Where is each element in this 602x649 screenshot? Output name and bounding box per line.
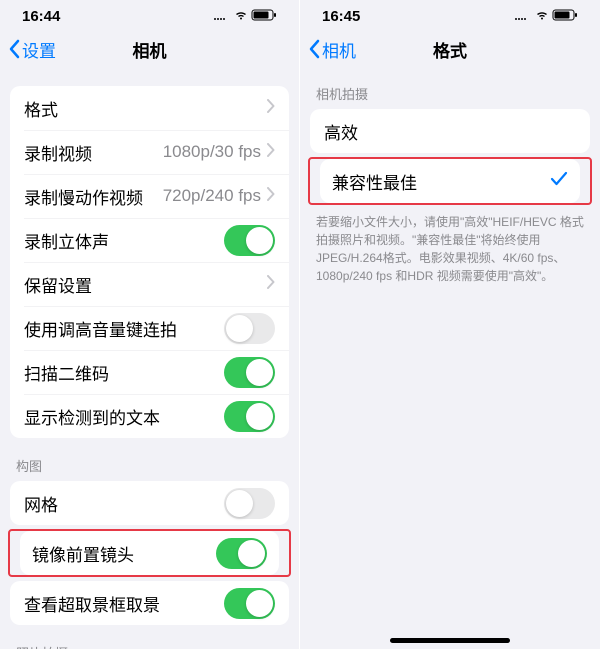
status-icons: [213, 8, 277, 25]
toggle[interactable]: [216, 538, 267, 569]
back-button[interactable]: 设置: [8, 37, 56, 62]
home-indicator[interactable]: [390, 638, 510, 643]
status-bar: 16:44: [0, 0, 299, 32]
row-detail: 720p/240 fps: [163, 186, 261, 206]
phone-format-settings: 16:45 相机 格式 相机拍摄 高效兼容性最佳: [300, 0, 600, 649]
wifi-icon: [534, 8, 550, 25]
main-row-1[interactable]: 录制视频 1080p/30 fps: [10, 130, 289, 174]
row-label: 扫描二维码: [24, 360, 109, 385]
row-label: 保留设置: [24, 272, 92, 297]
back-label: 设置: [22, 37, 56, 62]
toggle[interactable]: [224, 313, 275, 344]
battery-icon: [251, 8, 277, 25]
scroll-area[interactable]: 相机拍摄 高效兼容性最佳 若要缩小文件大小，请使用"高效"HEIF/HEVC 格…: [300, 66, 600, 649]
row-label: 兼容性最佳: [332, 169, 417, 194]
section-header-capture: 相机拍摄: [300, 66, 600, 109]
composition-row-2[interactable]: 查看超取景框取景: [10, 581, 289, 625]
chevron-right-icon: [267, 275, 275, 294]
toggle[interactable]: [224, 588, 275, 619]
chevron-left-icon: [308, 39, 320, 59]
main-row-4[interactable]: 保留设置: [10, 262, 289, 306]
row-label: 显示检测到的文本: [24, 404, 160, 429]
row-label: 使用调高音量键连拍: [24, 316, 177, 341]
row-label: 镜像前置镜头: [32, 541, 134, 566]
composition-row-1[interactable]: 镜像前置镜头: [20, 531, 279, 575]
main-row-3[interactable]: 录制立体声: [10, 218, 289, 262]
back-label: 相机: [322, 37, 356, 62]
status-bar: 16:45: [300, 0, 600, 32]
row-label: 高效: [324, 119, 358, 144]
battery-icon: [552, 8, 578, 25]
row-label: 录制立体声: [24, 228, 109, 253]
toggle[interactable]: [224, 488, 275, 519]
chevron-right-icon: [267, 143, 275, 162]
capture-row-0[interactable]: 高效: [310, 109, 590, 153]
main-row-6[interactable]: 扫描二维码: [10, 350, 289, 394]
row-label: 录制视频: [24, 140, 92, 165]
scroll-area[interactable]: 格式录制视频 1080p/30 fps 录制慢动作视频 720p/240 fps 录制立…: [0, 66, 299, 649]
cellular-icon: [514, 8, 532, 25]
status-icons: [514, 8, 578, 25]
group-capture: 高效兼容性最佳: [300, 109, 600, 205]
chevron-right-icon: [267, 187, 275, 206]
toggle[interactable]: [224, 357, 275, 388]
row-label: 网格: [24, 491, 58, 516]
status-time: 16:44: [22, 8, 60, 25]
group-composition: 网格镜像前置镜头查看超取景框取景: [0, 481, 299, 625]
nav-bar: 设置 相机: [0, 32, 299, 66]
chevron-left-icon: [8, 39, 20, 59]
row-label: 录制慢动作视频: [24, 184, 143, 209]
chevron-right-icon: [267, 99, 275, 118]
checkmark-icon: [550, 171, 568, 192]
row-detail: 1080p/30 fps: [163, 142, 261, 162]
footer-capture: 若要缩小文件大小，请使用"高效"HEIF/HEVC 格式拍摄照片和视频。"兼容性…: [300, 205, 600, 285]
status-time: 16:45: [322, 8, 360, 25]
toggle[interactable]: [224, 401, 275, 432]
capture-row-1[interactable]: 兼容性最佳: [320, 159, 580, 203]
main-row-5[interactable]: 使用调高音量键连拍: [10, 306, 289, 350]
group-main: 格式录制视频 1080p/30 fps 录制慢动作视频 720p/240 fps 录制立…: [10, 86, 289, 438]
row-label: 查看超取景框取景: [24, 591, 160, 616]
cellular-icon: [213, 8, 231, 25]
main-row-2[interactable]: 录制慢动作视频 720p/240 fps: [10, 174, 289, 218]
row-label: 格式: [24, 96, 58, 121]
composition-row-0[interactable]: 网格: [10, 481, 289, 525]
nav-bar: 相机 格式: [300, 32, 600, 66]
section-header-photo: 照片拍摄: [0, 625, 299, 649]
toggle[interactable]: [224, 225, 275, 256]
section-header-composition: 构图: [0, 438, 299, 481]
phone-camera-settings: 16:44 设置 相机 格式录制视频1080p/30 fp: [0, 0, 300, 649]
wifi-icon: [233, 8, 249, 25]
main-row-0[interactable]: 格式: [10, 86, 289, 130]
back-button[interactable]: 相机: [308, 37, 356, 62]
main-row-7[interactable]: 显示检测到的文本: [10, 394, 289, 438]
